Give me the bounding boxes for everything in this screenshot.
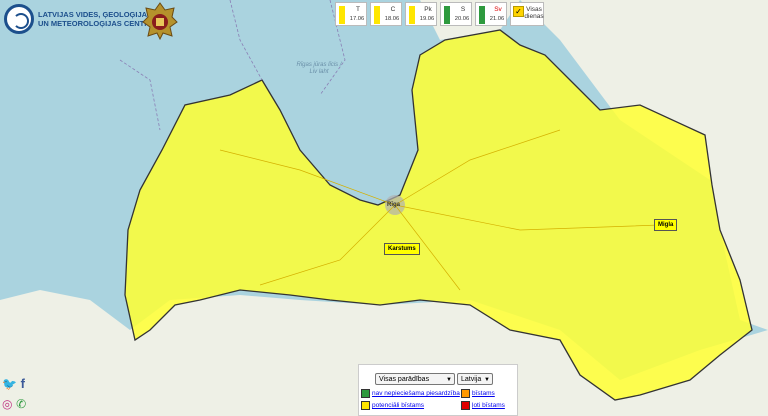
facebook-icon[interactable]: f xyxy=(21,376,25,391)
legend-green-label: nav nepieciešama piesardzība xyxy=(372,390,460,397)
day-tab-4[interactable]: Sv 21.06 xyxy=(475,2,507,26)
day-0-date: 17.06 xyxy=(349,16,365,22)
map-controls: Visas parādības ▼ Latvija ▼ nav nepiecie… xyxy=(358,364,518,416)
legend-green[interactable]: nav nepieciešama piesardzība xyxy=(361,389,460,398)
lvgmc-logo[interactable]: LATVIJAS VIDES, ĢEOLOĢIJAS UN METEOROLOĢ… xyxy=(4,4,156,34)
all-days-tab[interactable]: ✓ Visas dienas xyxy=(510,2,544,26)
day-2-name: Pk xyxy=(424,6,432,13)
legend-yellow-label: potenciāli bīstams xyxy=(372,402,425,409)
day-selector: T 17.06 C 18.06 Pk 19.06 S 20.06 Sv 21.0… xyxy=(335,2,544,26)
sea-label: Rīgas jūras līcis / Liv laht xyxy=(296,62,342,75)
day-1-name: C xyxy=(390,6,396,13)
day-tab-2[interactable]: Pk 19.06 xyxy=(405,2,437,26)
legend-red-label: ļoti bīstams xyxy=(472,402,505,409)
day-tab-3[interactable]: S 20.06 xyxy=(440,2,472,26)
region-value: Latvija xyxy=(461,376,482,383)
day-3-name: S xyxy=(460,6,466,13)
legend-red-swatch xyxy=(461,401,470,410)
org-name-line2: UN METEOROLOĢIJAS CENTRS xyxy=(38,19,155,28)
legend-orange[interactable]: bīstams xyxy=(461,389,495,398)
map[interactable] xyxy=(0,0,768,416)
social-icons: 🐦 f xyxy=(2,376,25,391)
riga-label: Rīga xyxy=(387,202,401,208)
day-1-date: 18.06 xyxy=(384,16,400,22)
day-tab-1[interactable]: C 18.06 xyxy=(370,2,402,26)
region-select[interactable]: Latvija ▼ xyxy=(457,373,493,385)
instagram-icon[interactable]: ◎ xyxy=(2,397,12,411)
warning-type-value: Visas parādības xyxy=(379,376,430,383)
all-days-label: Visas dienas xyxy=(524,6,544,20)
day-2-level xyxy=(409,6,415,24)
day-2-date: 19.06 xyxy=(419,16,435,22)
day-4-date: 21.06 xyxy=(489,16,505,22)
day-4-name: Sv xyxy=(494,6,502,13)
emblem-icon xyxy=(142,2,178,40)
day-3-date: 20.06 xyxy=(454,16,470,22)
day-4-level xyxy=(479,6,485,24)
legend-green-swatch xyxy=(361,389,370,398)
chevron-down-icon: ▼ xyxy=(446,377,452,383)
legend-red[interactable]: ļoti bīstams xyxy=(461,401,505,410)
day-0-name: T xyxy=(356,6,360,13)
social-icons-row2: ◎ ✆ xyxy=(2,396,26,411)
day-0-level xyxy=(339,6,345,24)
org-name-line1: LATVIJAS VIDES, ĢEOLOĢIJAS xyxy=(38,10,153,19)
warning-type-select[interactable]: Visas parādības ▼ xyxy=(375,373,455,385)
phone-icon[interactable]: ✆ xyxy=(16,397,26,411)
day-1-level xyxy=(374,6,380,24)
legend-yellow-swatch xyxy=(361,401,370,410)
day-3-level xyxy=(444,6,450,24)
warning-label-heat[interactable]: Karstums xyxy=(384,243,420,255)
chevron-down-icon: ▼ xyxy=(484,377,490,383)
legend-yellow[interactable]: potenciāli bīstams xyxy=(361,401,424,410)
legend-orange-label: bīstams xyxy=(472,390,495,397)
day-tab-0[interactable]: T 17.06 xyxy=(335,2,367,26)
warning-label-fog[interactable]: Migla xyxy=(654,219,678,231)
twitter-icon[interactable]: 🐦 xyxy=(2,377,17,391)
legend-orange-swatch xyxy=(461,389,470,398)
lvgmc-logo-icon xyxy=(4,4,34,34)
